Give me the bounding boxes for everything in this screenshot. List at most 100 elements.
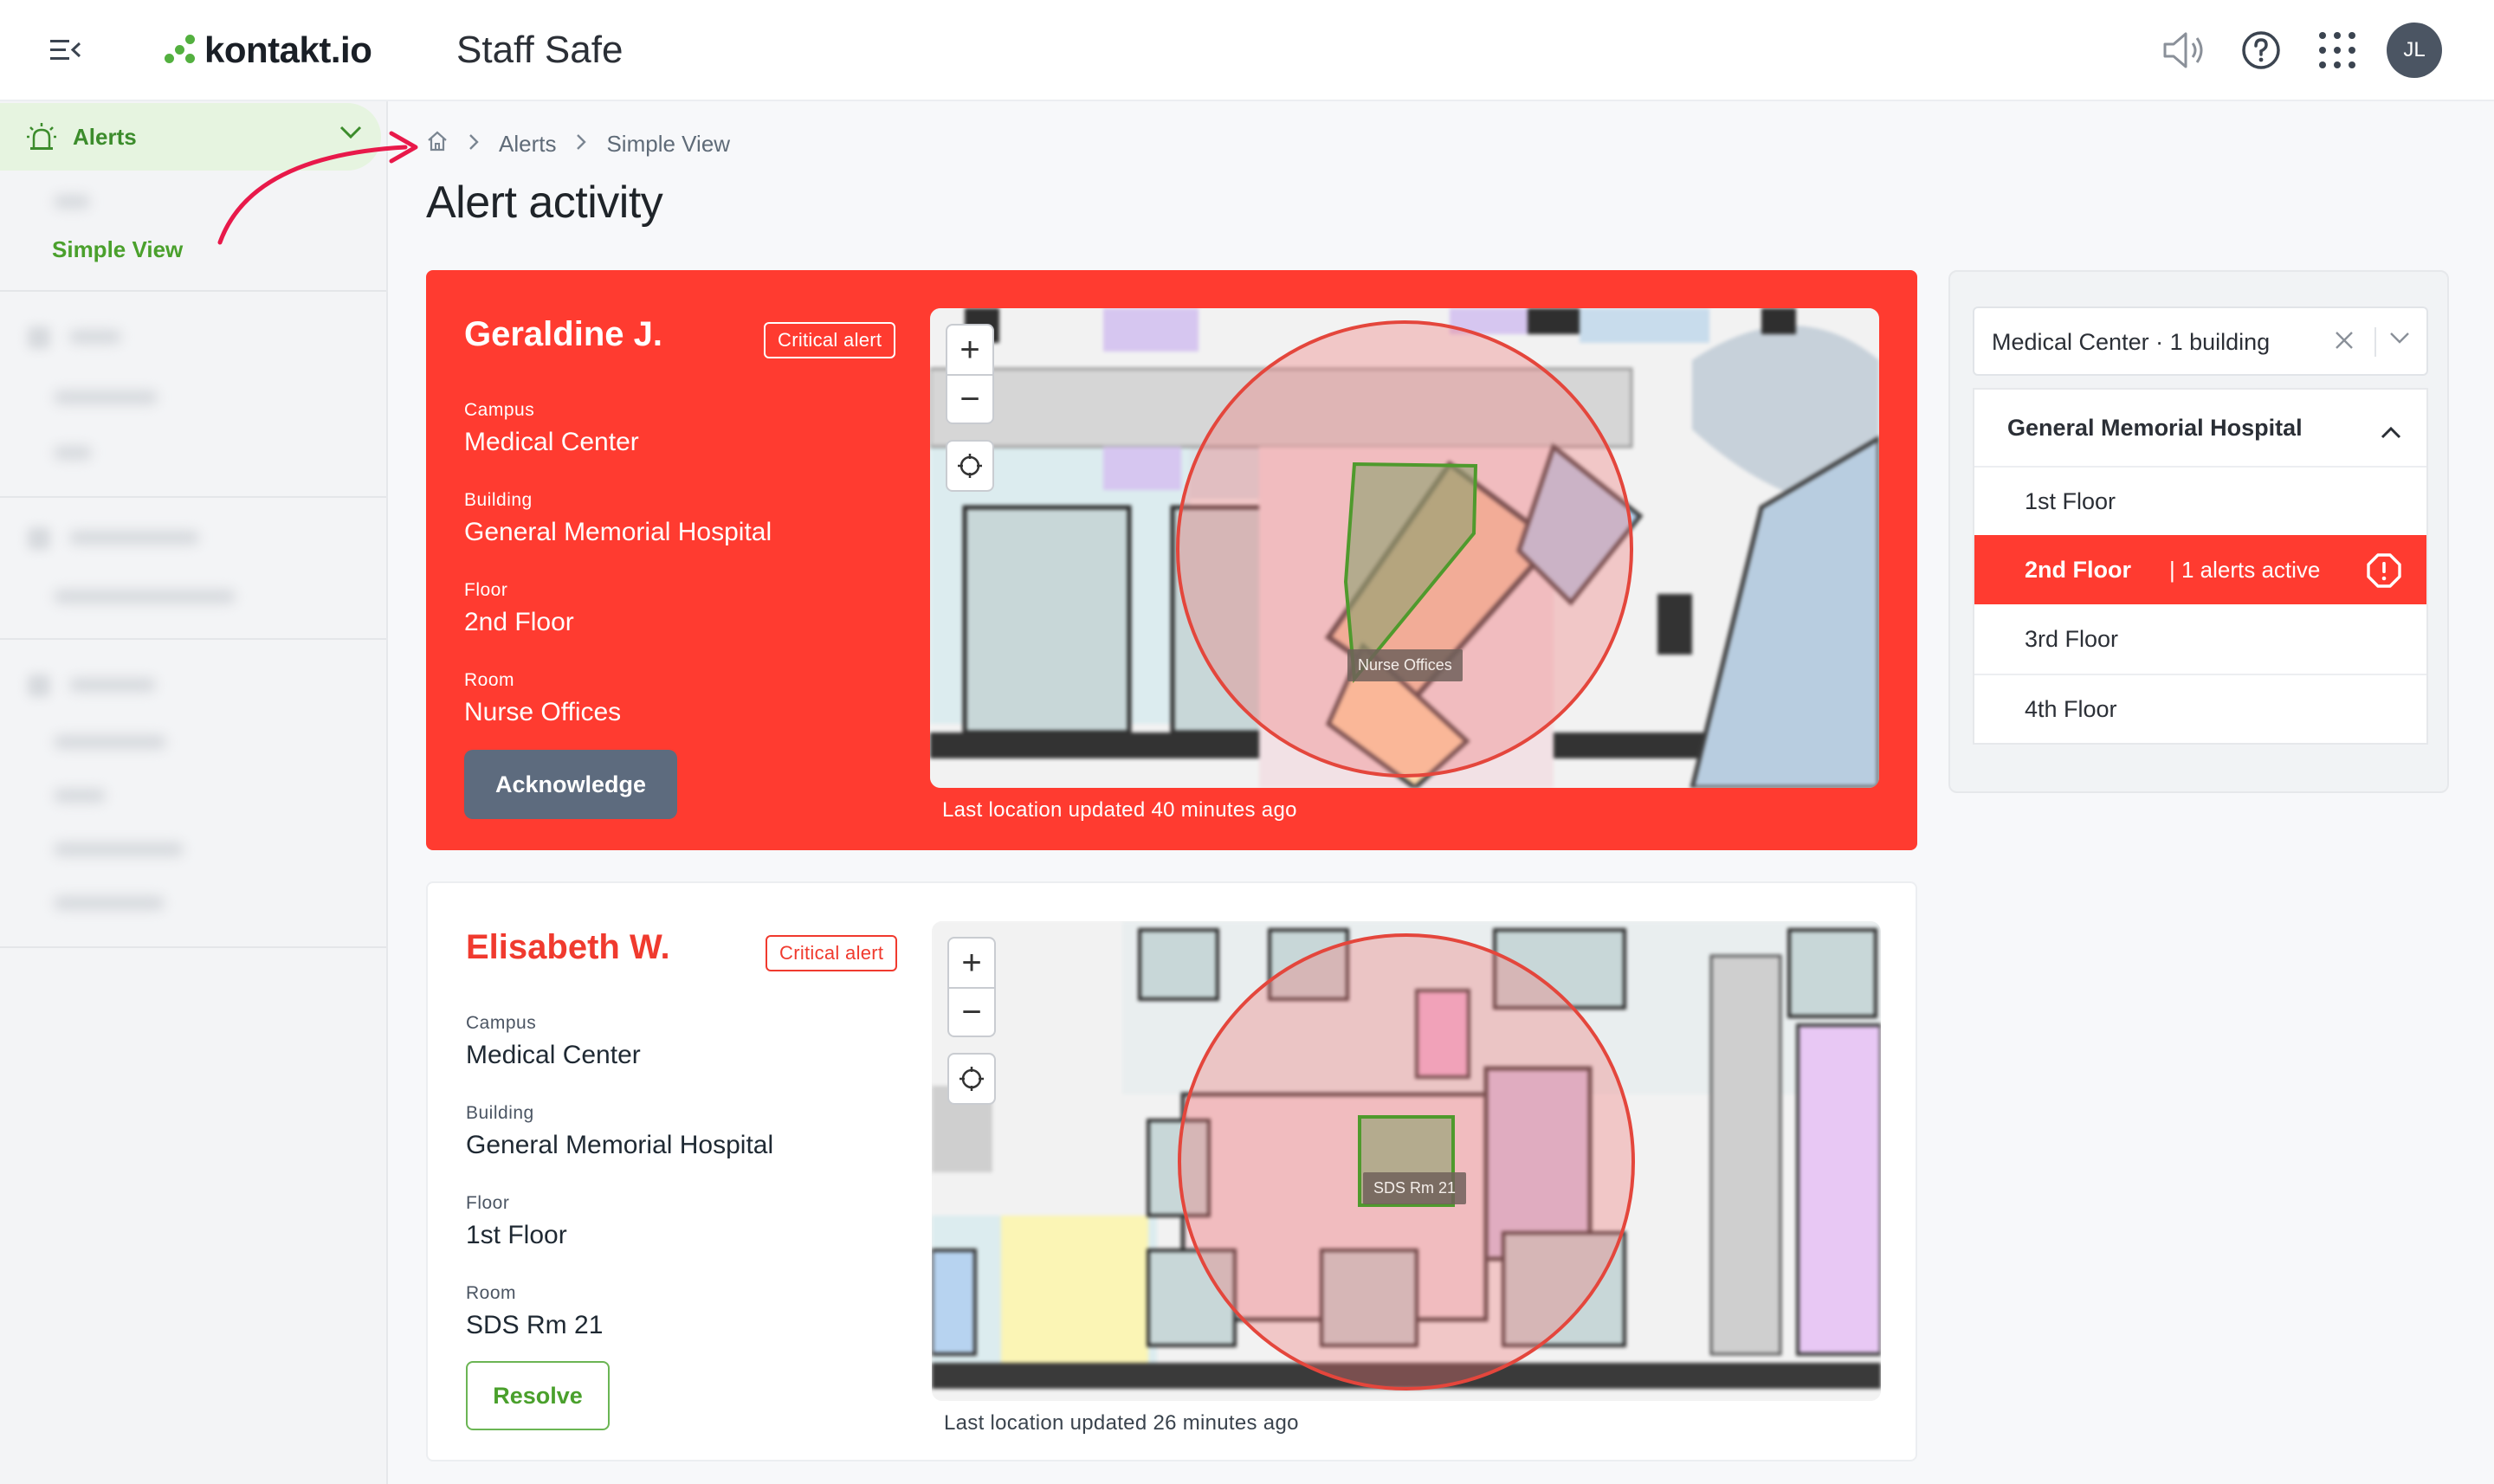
blurred-nav-item: [54, 896, 165, 910]
floor-item-1st[interactable]: 1st Floor: [1974, 466, 2426, 535]
floor-name: 1st Floor: [2025, 487, 2116, 514]
breadcrumb-separator-icon: [575, 131, 587, 158]
blurred-nav-item: [54, 842, 184, 856]
zoom-out-icon[interactable]: −: [949, 987, 994, 1036]
floor-item-2nd[interactable]: 2nd Floor | 1 alerts active: [1974, 535, 2426, 604]
menu-collapse-icon[interactable]: [48, 36, 83, 64]
blurred-nav-item: [69, 531, 199, 545]
floor-name: 2nd Floor: [2025, 556, 2131, 583]
breadcrumb-separator-icon: [468, 131, 480, 158]
location-panel: Medical Center · 1 building General Memo…: [1948, 270, 2449, 793]
blurred-nav-item: [69, 678, 156, 692]
blurred-nav-item: [69, 330, 121, 344]
logo-text: kontakt.io: [204, 29, 372, 70]
divider: [0, 496, 386, 498]
blurred-nav-item: [54, 735, 166, 749]
chevron-down-icon: [339, 126, 362, 144]
blurred-nav-item: [54, 390, 158, 404]
zoom-out-icon[interactable]: −: [947, 374, 992, 423]
room-label: Room: [466, 1283, 517, 1303]
floor-map[interactable]: + − Nurse Offices: [930, 308, 1879, 788]
floor-name: 3rd Floor: [2025, 625, 2119, 652]
zoom-in-icon[interactable]: +: [949, 939, 994, 987]
breadcrumb: Alerts Simple View: [426, 126, 730, 161]
alert-zone-overlay: [1178, 933, 1635, 1390]
blurred-icon: [28, 674, 50, 697]
campus-label: Campus: [464, 400, 535, 420]
blurred-nav-item: [54, 195, 90, 209]
location-select[interactable]: Medical Center · 1 building: [1973, 306, 2428, 376]
critical-alert-badge: Critical alert: [764, 322, 896, 358]
crosshair-icon[interactable]: [947, 442, 992, 490]
building-label: Building: [466, 1103, 534, 1123]
building-value: General Memorial Hospital: [466, 1131, 774, 1159]
user-avatar[interactable]: JL: [2387, 23, 2442, 78]
help-icon[interactable]: [2234, 23, 2288, 77]
floor-item-3rd[interactable]: 3rd Floor: [1974, 604, 2426, 674]
breadcrumb-simple-view[interactable]: Simple View: [606, 131, 730, 158]
floor-alert-count: | 1 alerts active: [2169, 556, 2321, 583]
sidebar-item-alerts[interactable]: Alerts: [0, 103, 381, 171]
floor-map[interactable]: + − SDS Rm 21: [932, 921, 1881, 1401]
logo-mark-icon: [165, 35, 196, 66]
acknowledge-button[interactable]: Acknowledge: [464, 750, 677, 819]
alert-card: Elisabeth W. Critical alert Campus Medic…: [426, 881, 1917, 1461]
sidebar: Alerts Simple View: [0, 101, 388, 1484]
blurred-nav-item: [54, 590, 236, 603]
app-title: Staff Safe: [456, 29, 624, 71]
room-label: Room: [464, 670, 515, 690]
clear-icon[interactable]: [2333, 329, 2355, 356]
building-label: Building: [464, 490, 533, 510]
resolve-button[interactable]: Resolve: [466, 1361, 610, 1430]
room-value: SDS Rm 21: [466, 1311, 604, 1339]
building-item[interactable]: General Memorial Hospital: [1974, 390, 2426, 466]
divider: [0, 638, 386, 640]
apps-grid-icon[interactable]: [2310, 23, 2364, 77]
building-value: General Memorial Hospital: [464, 518, 772, 546]
alert-zone-overlay: [1176, 320, 1633, 777]
divider: [0, 946, 386, 948]
divider: [0, 290, 386, 292]
alert-octagon-icon: [2366, 552, 2402, 595]
crosshair-icon[interactable]: [949, 1055, 994, 1103]
map-room-label: Nurse Offices: [1347, 649, 1463, 681]
recenter-control: [947, 1053, 996, 1105]
map-room-label: SDS Rm 21: [1363, 1172, 1467, 1204]
top-bar: kontakt.io Staff Safe JL: [0, 0, 2494, 101]
last-location-text: Last location updated 40 minutes ago: [942, 798, 1297, 822]
zoom-controls: + −: [947, 937, 996, 1037]
room-value: Nurse Offices: [464, 698, 622, 726]
blurred-icon: [28, 527, 50, 550]
critical-alert-badge: Critical alert: [766, 935, 898, 971]
blurred-icon: [28, 326, 50, 349]
page-title: Alert activity: [426, 177, 663, 228]
recenter-control: [946, 440, 994, 492]
breadcrumb-alerts[interactable]: Alerts: [499, 131, 556, 158]
blurred-nav-item: [54, 789, 106, 803]
person-name: Geraldine J.: [464, 315, 662, 353]
chevron-down-icon[interactable]: [2388, 331, 2411, 351]
building-tree: General Memorial Hospital 1st Floor 2nd …: [1973, 388, 2428, 745]
blurred-nav-item: [54, 446, 92, 460]
kontakt-logo[interactable]: kontakt.io: [165, 26, 372, 74]
campus-label: Campus: [466, 1013, 537, 1033]
person-name: Elisabeth W.: [466, 928, 670, 966]
location-select-value: Medical Center · 1 building: [1992, 329, 2271, 355]
alarm-icon: [26, 121, 57, 152]
zoom-controls: + −: [946, 324, 994, 424]
home-icon[interactable]: [426, 130, 449, 158]
sidebar-item-label: Alerts: [73, 123, 137, 150]
floor-label: Floor: [466, 1193, 510, 1213]
floor-item-4th[interactable]: 4th Floor: [1974, 674, 2426, 743]
floor-value: 1st Floor: [466, 1221, 567, 1249]
zoom-in-icon[interactable]: +: [947, 326, 992, 374]
floor-label: Floor: [464, 580, 508, 600]
last-location-text: Last location updated 26 minutes ago: [944, 1411, 1299, 1435]
alert-card: Geraldine J. Critical alert Campus Medic…: [426, 270, 1917, 850]
sidebar-item-simple-view[interactable]: Simple View: [52, 236, 183, 263]
chevron-up-icon: [2380, 419, 2402, 446]
campus-value: Medical Center: [464, 428, 639, 456]
floor-name: 4th Floor: [2025, 695, 2117, 722]
campus-value: Medical Center: [466, 1041, 641, 1069]
speaker-icon[interactable]: [2158, 23, 2212, 77]
